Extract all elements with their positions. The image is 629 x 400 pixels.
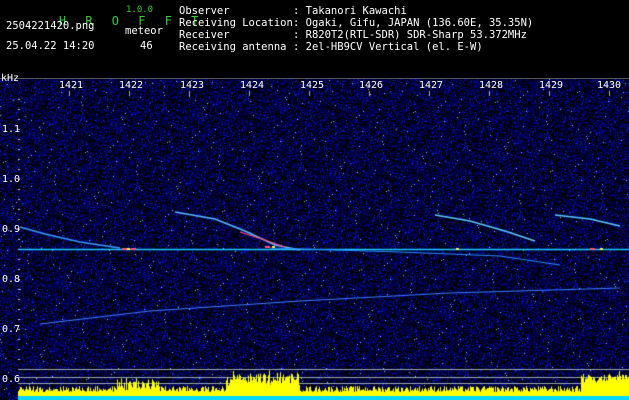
spectrogram xyxy=(0,79,629,400)
file-datetime: 25.04.22 14:20 xyxy=(6,40,95,52)
x-tick-label: 1425 xyxy=(300,80,325,91)
y-tick-label: 1.1 xyxy=(2,124,21,135)
antenna-value: : 2el-HB9CV Vertical (el. E-W) xyxy=(293,41,483,53)
y-tick-label: 0.8 xyxy=(2,274,21,285)
y-tick-label: 0.9 xyxy=(2,224,21,235)
detection-count: 46 xyxy=(140,40,153,52)
location-label: Receiving Location xyxy=(179,17,293,29)
detection-label: meteor xyxy=(125,25,163,37)
observer-label: Observer xyxy=(179,5,230,17)
x-tick-label: 1427 xyxy=(419,80,444,91)
location-value: : Ogaki, Gifu, JAPAN (136.60E, 35.35N) xyxy=(293,17,534,29)
observer-value: : Takanori Kawachi xyxy=(293,5,407,17)
y-axis-unit: kHz xyxy=(1,73,20,84)
app-version: 1.0.0 xyxy=(126,5,154,15)
file-name: 2504221420.png xyxy=(6,20,95,32)
y-tick-label: 0.7 xyxy=(2,324,21,335)
receiver-value: : R820T2(RTL-SDR) SDR-Sharp 53.372MHz xyxy=(293,29,527,41)
x-tick-label: 1428 xyxy=(479,80,504,91)
x-tick-label: 1426 xyxy=(359,80,384,91)
header-panel: H R O F F T 1.0.0 2504221420.png 25.04.2… xyxy=(0,0,629,78)
y-tick-label: 0.6 xyxy=(2,374,21,385)
x-tick-label: 1423 xyxy=(180,80,205,91)
x-tick-label: 1421 xyxy=(59,80,84,91)
antenna-label: Receiving antenna xyxy=(179,41,287,53)
y-tick-label: 1.0 xyxy=(2,174,21,185)
x-tick-label: 1430 xyxy=(597,80,622,91)
x-tick-label: 1424 xyxy=(240,80,265,91)
x-tick-label: 1429 xyxy=(539,80,564,91)
receiver-label: Receiver xyxy=(179,29,230,41)
x-tick-label: 1422 xyxy=(119,80,144,91)
